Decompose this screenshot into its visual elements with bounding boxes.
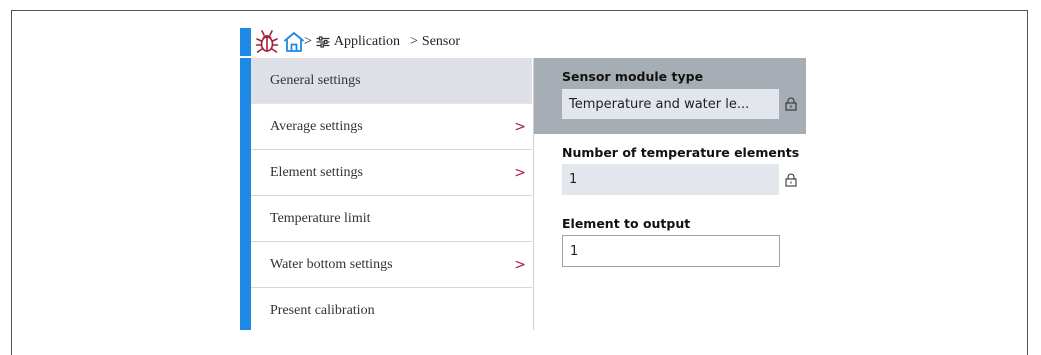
breadcrumb-separator: > xyxy=(304,34,312,49)
menu-item-label: Temperature limit xyxy=(270,210,371,226)
breadcrumb-sensor: Sensor xyxy=(421,34,461,49)
sidebar-accent xyxy=(240,58,251,330)
lock-icon xyxy=(785,97,797,111)
menu-item-temperature-limit[interactable]: Temperature limit xyxy=(251,196,532,242)
menu-item-label: Average settings xyxy=(270,118,363,134)
menu-item-label: Water bottom settings xyxy=(270,256,393,272)
element-to-output-label: Element to output xyxy=(562,216,691,231)
chevron-right-icon: > xyxy=(514,256,526,273)
breadcrumb-application[interactable]: Application xyxy=(334,34,400,50)
lock-icon xyxy=(785,173,797,187)
breadcrumb: > Application > Sensor xyxy=(240,28,530,56)
menu-item-average-settings[interactable]: Average settings > xyxy=(251,104,532,150)
chevron-right-icon: > xyxy=(514,118,526,135)
home-icon[interactable] xyxy=(282,30,306,54)
settings-menu: General settings Average settings > Elem… xyxy=(251,58,532,330)
menu-item-label: Present calibration xyxy=(270,303,375,318)
sensor-module-type-label: Sensor module type xyxy=(562,69,704,84)
num-temp-elements-label: Number of temperature elements xyxy=(562,145,800,160)
menu-item-label: General settings xyxy=(270,72,361,88)
sensor-module-type-field: Temperature and water le... xyxy=(562,89,779,119)
menu-item-present-calibration[interactable]: Present calibration xyxy=(251,288,532,334)
menu-item-label: Element settings xyxy=(270,164,363,180)
menu-item-general-settings[interactable]: General settings xyxy=(251,58,532,104)
breadcrumb-accent xyxy=(240,28,251,56)
num-temp-elements-field: 1 xyxy=(562,164,779,195)
menu-item-element-settings[interactable]: Element settings > xyxy=(251,150,532,196)
breadcrumb-separator: > xyxy=(410,34,418,49)
menu-item-water-bottom-settings[interactable]: Water bottom settings > xyxy=(251,242,532,288)
chevron-right-icon: > xyxy=(514,164,526,181)
filter-icon xyxy=(316,36,330,48)
element-to-output-input[interactable]: 1 xyxy=(562,235,780,267)
bug-icon[interactable] xyxy=(254,29,280,55)
